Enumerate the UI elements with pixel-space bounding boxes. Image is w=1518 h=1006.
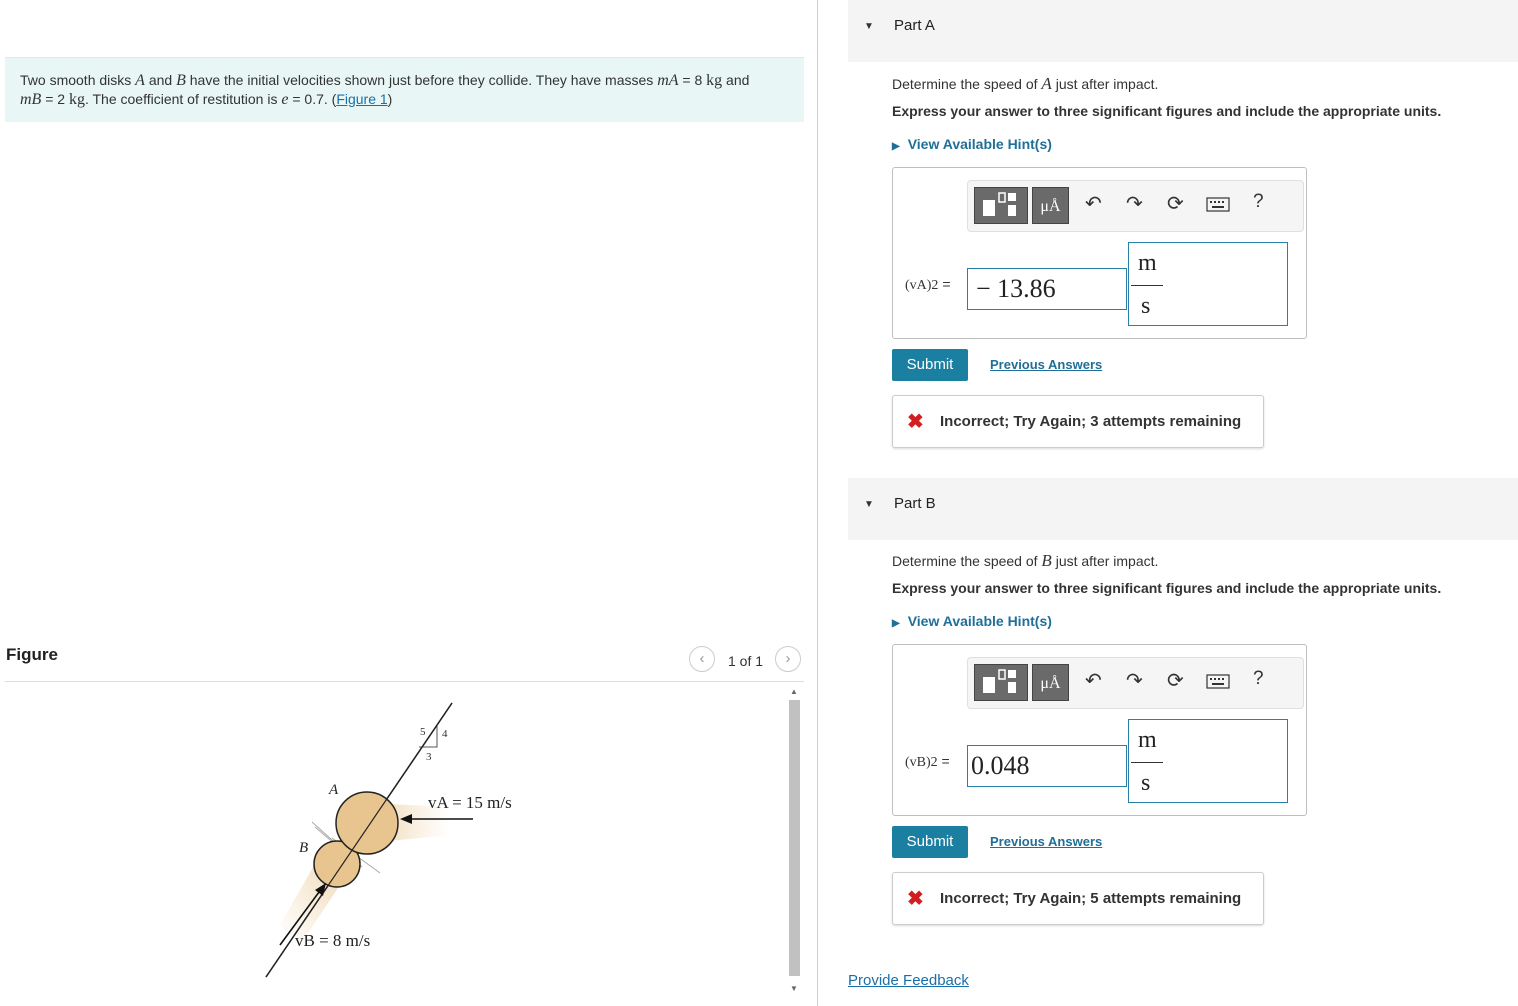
templates-icon[interactable] <box>974 187 1028 224</box>
caret-right-icon: ▶ <box>892 141 900 152</box>
figure-heading: Figure <box>6 645 58 664</box>
label-velocity-b: vB = 8 m/s <box>295 931 370 950</box>
part-b-unit-input[interactable]: m s <box>1128 719 1288 803</box>
part-b-question: Determine the speed of B just after impa… <box>892 551 1159 570</box>
provide-feedback-link[interactable]: Provide Feedback <box>848 972 969 989</box>
part-b-submit-button[interactable]: Submit <box>892 826 968 858</box>
caret-right-icon: ▶ <box>892 618 900 629</box>
undo-icon[interactable]: ↶ <box>1085 191 1102 216</box>
redo-icon[interactable]: ↷ <box>1126 668 1143 693</box>
part-b-title: Part B <box>894 495 936 512</box>
keyboard-icon[interactable] <box>1206 195 1230 218</box>
collapse-caret-icon[interactable]: ▼ <box>864 499 874 510</box>
label-velocity-a: vA = 15 m/s <box>428 793 512 812</box>
part-a-instruction: Express your answer to three significant… <box>892 103 1442 119</box>
error-x-icon: ✖ <box>907 888 924 910</box>
chevron-right-icon[interactable]: › <box>775 646 801 672</box>
part-b-instruction: Express your answer to three significant… <box>892 580 1442 596</box>
part-a-feedback: ✖ Incorrect; Try Again; 3 attempts remai… <box>892 395 1264 448</box>
undo-icon[interactable]: ↶ <box>1085 668 1102 693</box>
part-a-submit-button[interactable]: Submit <box>892 349 968 381</box>
figure-divider <box>5 681 804 682</box>
part-a-unit-input[interactable]: m s <box>1128 242 1288 326</box>
part-a-title: Part A <box>894 17 935 34</box>
redo-icon[interactable]: ↷ <box>1126 191 1143 216</box>
math-toolbar: μÅ ↶ ↷ ⟳ ? <box>967 657 1304 709</box>
part-b-previous-answers-link[interactable]: Previous Answers <box>990 834 1102 849</box>
error-x-icon: ✖ <box>907 411 924 433</box>
part-b-value-input[interactable]: 0.048 <box>967 745 1127 787</box>
part-b-header[interactable]: ▼ Part B <box>848 478 1518 540</box>
part-b-answer-box: μÅ ↶ ↷ ⟳ ? (vB)2 = 0.048 m s <box>892 644 1307 816</box>
part-a-variable-label: (vA)2 = <box>905 276 951 293</box>
label-disk-b: B <box>299 840 308 856</box>
keyboard-icon[interactable] <box>1206 672 1230 695</box>
disk-a <box>335 791 399 855</box>
part-b-hint-toggle[interactable]: ▶ View Available Hint(s) <box>892 613 1052 629</box>
collapse-caret-icon[interactable]: ▼ <box>864 21 874 32</box>
label-disk-a: A <box>328 782 339 798</box>
reset-icon[interactable]: ⟳ <box>1167 191 1184 216</box>
scroll-up-icon[interactable]: ▲ <box>790 687 798 696</box>
problem-text: Two smooth disks A and B have the initia… <box>20 72 750 108</box>
part-a-hint-toggle[interactable]: ▶ View Available Hint(s) <box>892 136 1052 152</box>
part-a-question: Determine the speed of A just after impa… <box>892 74 1159 93</box>
figure-pager-text: 1 of 1 <box>728 653 764 669</box>
part-a-previous-answers-link[interactable]: Previous Answers <box>990 357 1102 372</box>
slope-label-4: 4 <box>442 728 448 740</box>
scroll-thumb[interactable] <box>789 700 800 976</box>
panel-divider <box>817 0 818 1006</box>
reset-icon[interactable]: ⟳ <box>1167 668 1184 693</box>
help-icon[interactable]: ? <box>1253 191 1264 213</box>
part-b-feedback: ✖ Incorrect; Try Again; 5 attempts remai… <box>892 872 1264 925</box>
slope-label-5: 5 <box>420 726 426 738</box>
part-b-variable-label: (vB)2 = <box>905 753 950 770</box>
figure-link[interactable]: Figure 1 <box>336 91 387 107</box>
help-icon[interactable]: ? <box>1253 668 1264 690</box>
math-toolbar: μÅ ↶ ↷ ⟳ ? <box>967 180 1304 232</box>
templates-icon[interactable] <box>974 664 1028 701</box>
chevron-left-icon[interactable]: ‹ <box>689 646 715 672</box>
units-icon[interactable]: μÅ <box>1032 187 1069 224</box>
problem-statement: Two smooth disks A and B have the initia… <box>5 57 804 122</box>
scroll-down-icon[interactable]: ▼ <box>790 984 798 993</box>
collision-figure: 5 4 3 A B vA = 15 m/s vB = 8 m/s <box>265 702 512 978</box>
part-a-answer-box: μÅ ↶ ↷ ⟳ ? (vA)2 = − 13.86 m s <box>892 167 1307 339</box>
part-a-header[interactable]: ▼ Part A <box>848 0 1518 62</box>
slope-label-3: 3 <box>426 751 432 763</box>
units-icon[interactable]: μÅ <box>1032 664 1069 701</box>
figure-scrollbar[interactable]: ▲ ▼ <box>787 686 802 996</box>
part-a-value-input[interactable]: − 13.86 <box>967 268 1127 310</box>
